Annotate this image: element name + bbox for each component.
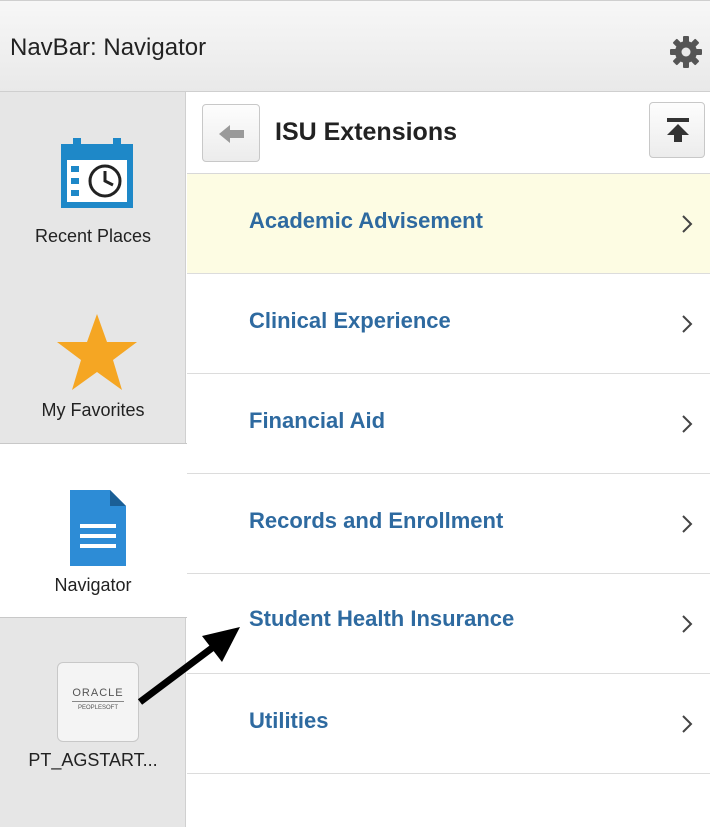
menu-item-label: Clinical Experience xyxy=(249,308,451,333)
chevron-right-icon xyxy=(682,515,693,533)
chevron-right-icon xyxy=(682,315,693,333)
menu-item-clinical-experience[interactable]: Clinical Experience xyxy=(187,274,710,374)
back-arrow-icon xyxy=(219,125,244,143)
sidebar-item-my-favorites[interactable]: My Favorites xyxy=(0,267,186,443)
document-icon xyxy=(70,490,126,566)
top-icon xyxy=(667,118,689,142)
menu-item-academic-advisement[interactable]: Academic Advisement xyxy=(187,174,710,274)
menu-item-label: Financial Aid xyxy=(249,408,386,433)
sidebar-item-label: Navigator xyxy=(54,575,132,595)
page-title: ISU Extensions xyxy=(275,118,457,146)
chevron-right-icon xyxy=(682,415,693,433)
chevron-right-icon xyxy=(682,215,693,233)
menu-item-student-health-insurance[interactable]: Student Health Insurance xyxy=(187,574,710,674)
sidebar-item-label: My Favorites xyxy=(41,400,145,420)
menu-item-label: Records and Enrollment xyxy=(249,508,504,533)
navbar-sidebar: Recent Places My Favorites Navigator ORA… xyxy=(0,92,187,827)
oracle-peoplesoft-icon: ORACLE PEOPLESOFT xyxy=(57,662,139,742)
sidebar-item-navigator[interactable]: Navigator xyxy=(0,443,187,618)
top-button[interactable] xyxy=(649,102,705,158)
menu-item-label: Academic Advisement xyxy=(249,208,483,233)
sidebar-item-pt-agstart[interactable]: ORACLE PEOPLESOFT PT_AGSTART... xyxy=(0,618,186,793)
menu-item-records-and-enrollment[interactable]: Records and Enrollment xyxy=(187,474,710,574)
calendar-clock-icon xyxy=(61,138,133,208)
navbar-title: NavBar: Navigator xyxy=(10,34,207,61)
menu-item-label: Utilities xyxy=(249,708,329,733)
menu-item-utilities[interactable]: Utilities xyxy=(187,674,710,774)
navbar-header: NavBar: Navigator xyxy=(0,0,710,92)
breadcrumb: ISU Extensions xyxy=(187,92,710,174)
menu-item-label: Student Health Insurance xyxy=(249,606,515,631)
oracle-logo-text: ORACLE xyxy=(72,687,124,699)
chevron-right-icon xyxy=(682,615,693,633)
chevron-right-icon xyxy=(682,715,693,733)
sidebar-item-recent-places[interactable]: Recent Places xyxy=(0,92,186,267)
gear-icon[interactable] xyxy=(668,34,704,70)
peoplesoft-logo-text: PEOPLESOFT xyxy=(77,705,118,711)
menu-item-financial-aid[interactable]: Financial Aid xyxy=(187,374,710,474)
back-button[interactable] xyxy=(202,104,260,162)
sidebar-item-label: Recent Places xyxy=(34,226,152,246)
star-icon xyxy=(57,314,137,390)
sidebar-item-label: PT_AGSTART... xyxy=(28,750,158,770)
